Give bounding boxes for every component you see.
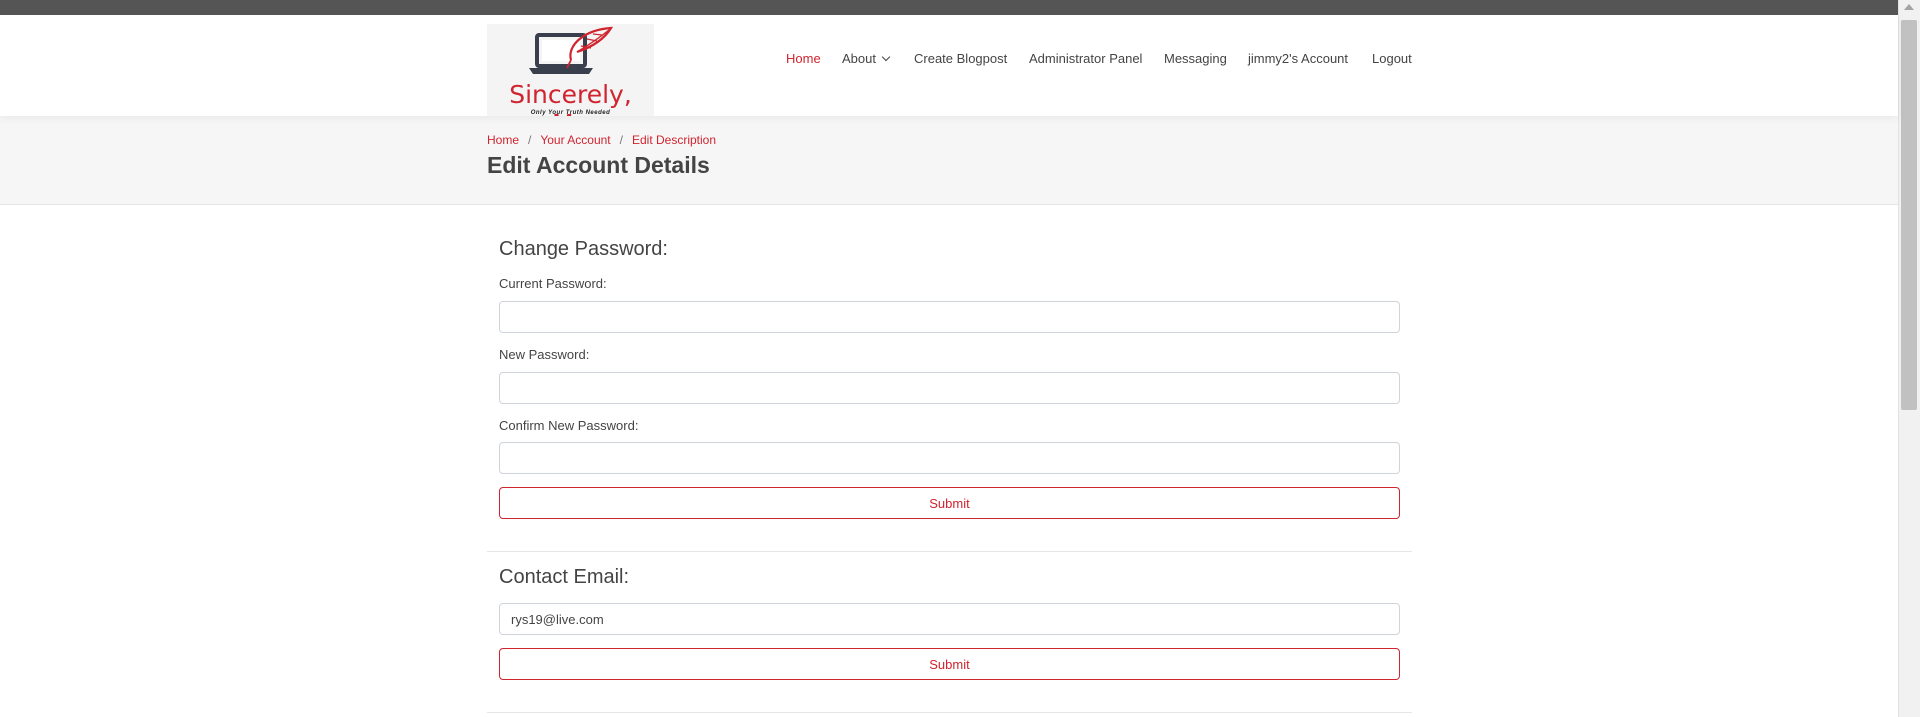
scrollbar-thumb[interactable] xyxy=(1901,20,1917,410)
confirm-password-label: Confirm New Password: xyxy=(499,418,639,433)
breadcrumb-your-account[interactable]: Your Account xyxy=(540,133,610,147)
new-password-input[interactable] xyxy=(499,372,1400,404)
current-password-label: Current Password: xyxy=(499,276,607,291)
breadcrumb-edit-description[interactable]: Edit Description xyxy=(632,133,716,147)
password-submit-button[interactable]: Submit xyxy=(499,487,1400,519)
breadcrumb-separator: / xyxy=(619,133,623,147)
logo-tagline: Only Your Truth Needed xyxy=(530,110,611,116)
new-password-label: New Password: xyxy=(499,347,590,362)
nav-create-blogpost[interactable]: Create Blogpost xyxy=(914,51,1007,66)
nav-account[interactable]: jimmy2's Account xyxy=(1248,51,1348,66)
site-logo[interactable]: Sincerely, Me Only Your Truth Needed xyxy=(487,24,654,116)
nav-about-label: About xyxy=(842,51,876,66)
email-submit-button[interactable]: Submit xyxy=(499,648,1400,680)
page-title: Edit Account Details xyxy=(487,152,710,178)
nav-administrator-panel[interactable]: Administrator Panel xyxy=(1029,51,1142,66)
nav-home[interactable]: Home xyxy=(786,51,821,66)
site-header: Sincerely, Me Only Your Truth Needed Hom… xyxy=(0,15,1898,116)
page-scrollbar[interactable] xyxy=(1898,0,1920,717)
nav-logout[interactable]: Logout xyxy=(1372,51,1412,66)
laptop-with-quill-icon xyxy=(529,26,614,74)
breadcrumb-separator: / xyxy=(528,133,532,147)
breadcrumb-home[interactable]: Home xyxy=(487,133,519,147)
confirm-password-input[interactable] xyxy=(499,442,1400,474)
contact-email-input[interactable] xyxy=(499,603,1400,635)
breadcrumb: Home / Your Account / Edit Description xyxy=(487,133,716,147)
nav-about[interactable]: About xyxy=(842,51,891,66)
change-password-heading: Change Password: xyxy=(499,238,668,260)
section-divider xyxy=(487,551,1412,552)
browser-top-bar xyxy=(0,0,1898,15)
nav-messaging[interactable]: Messaging xyxy=(1164,51,1227,66)
scroll-up-arrow-icon[interactable] xyxy=(1904,4,1914,10)
current-password-input[interactable] xyxy=(499,301,1400,333)
page-header: Home / Your Account / Edit Description Edit … xyxy=(0,116,1898,205)
contact-email-heading: Contact Email: xyxy=(499,566,630,588)
chevron-down-icon xyxy=(881,52,891,62)
section-divider xyxy=(487,712,1412,713)
